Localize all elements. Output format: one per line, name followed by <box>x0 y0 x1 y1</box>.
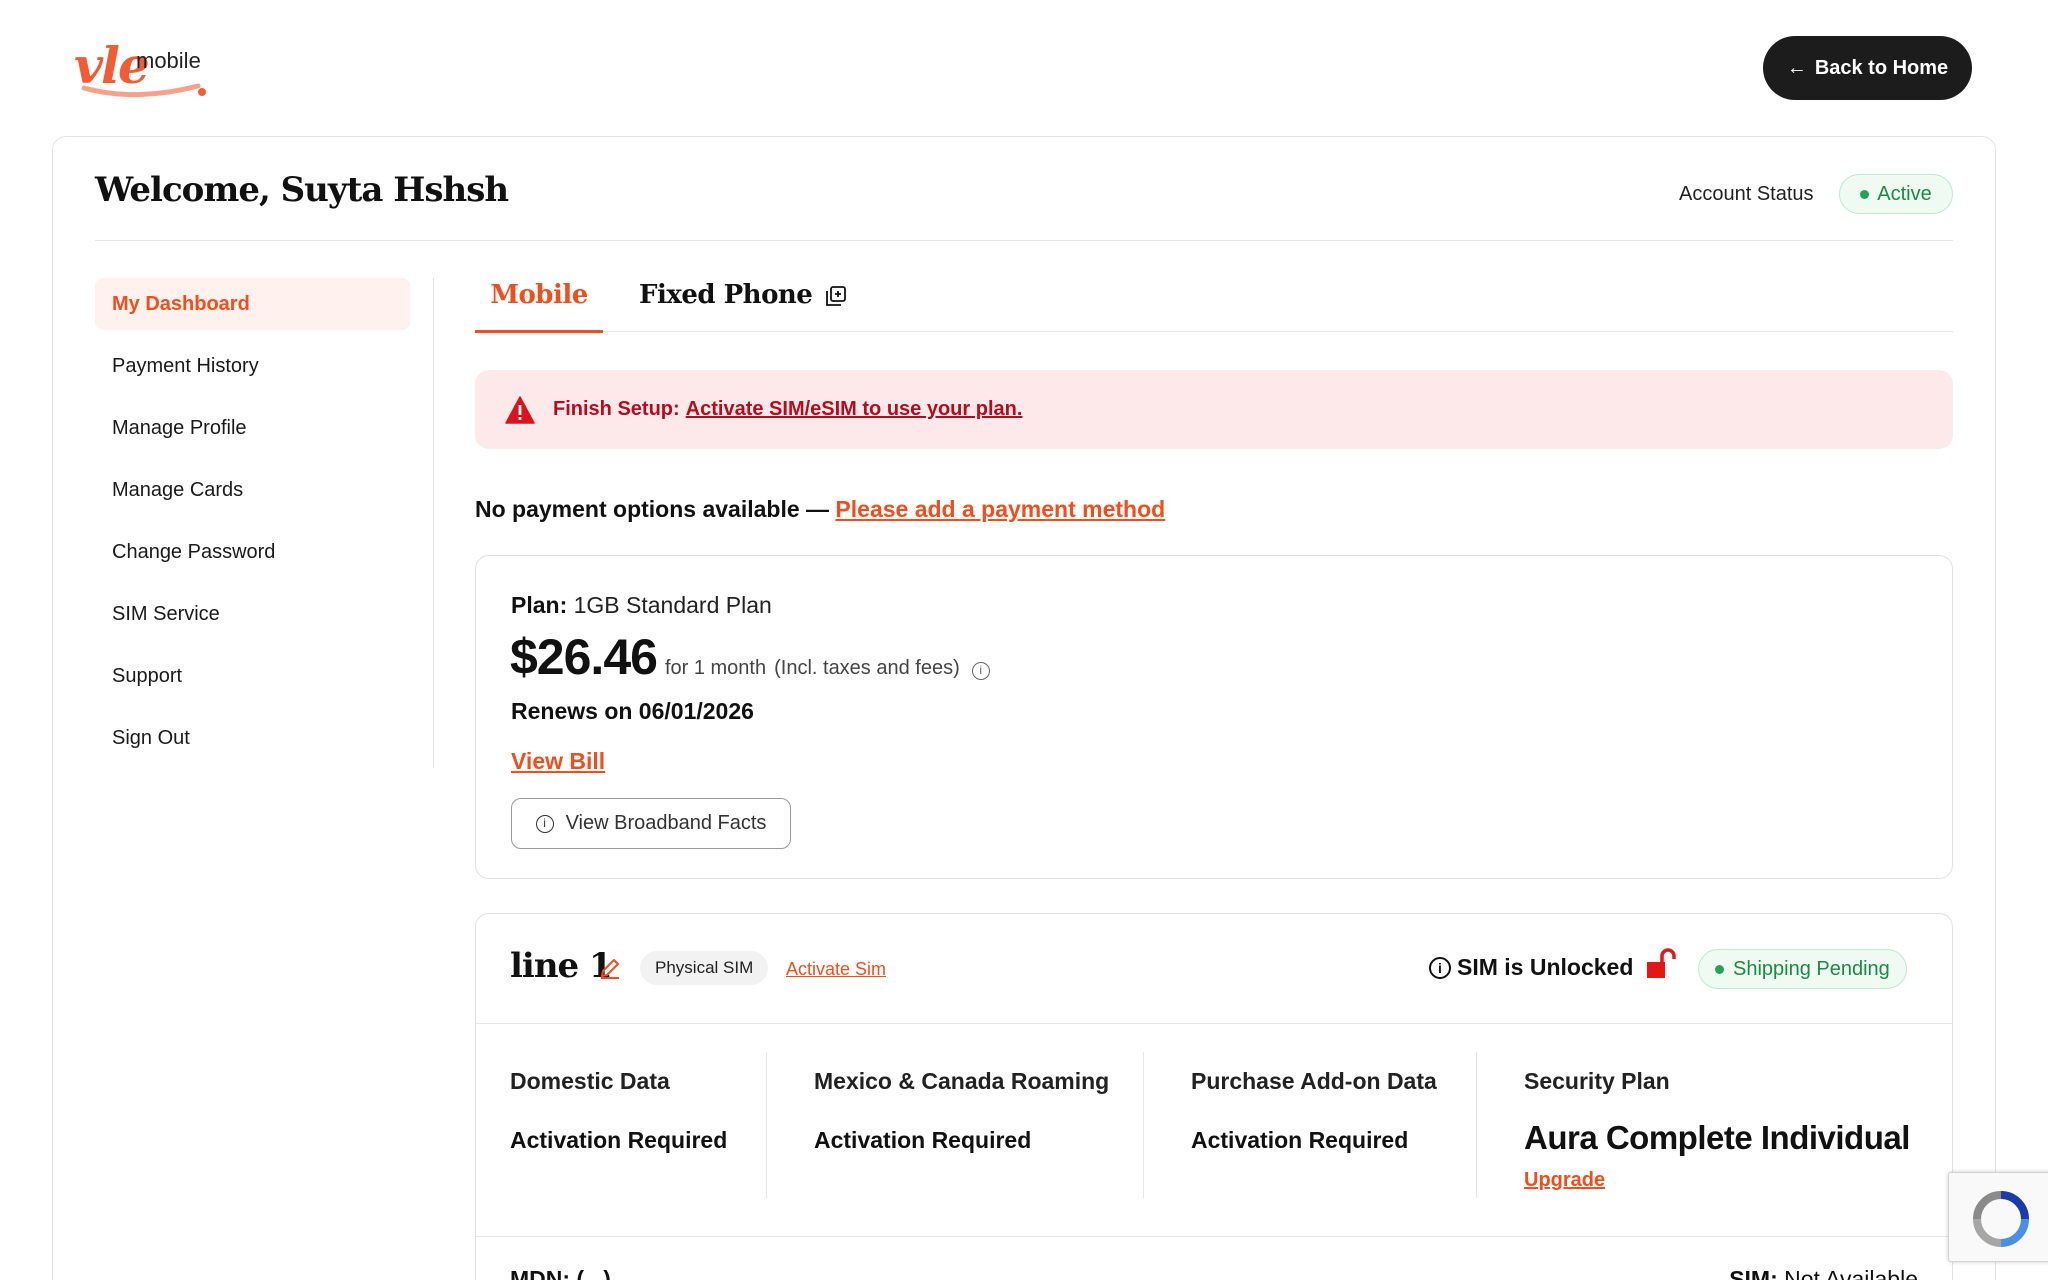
alert-prefix: Finish Setup: <box>553 398 680 420</box>
feature-roaming: Mexico & Canada Roaming Activation Requi… <box>814 1068 1109 1154</box>
feature-title: Purchase Add-on Data <box>1191 1068 1437 1094</box>
sidebar-item-support[interactable]: Support <box>95 650 410 702</box>
feature-domestic-data: Domestic Data Activation Required <box>510 1068 727 1154</box>
plan-taxes: (Incl. taxes and fees) <box>774 657 960 679</box>
sidebar-item-manage-profile[interactable]: Manage Profile <box>95 402 410 454</box>
status-dot-icon <box>1860 189 1870 199</box>
feature-divider <box>766 1052 767 1198</box>
sidebar-item-label: Change Password <box>112 540 276 563</box>
upgrade-link[interactable]: Upgrade <box>1524 1169 1605 1192</box>
plan-card: Plan: 1GB Standard Plan $26.46 for 1 mon… <box>475 555 1953 879</box>
feature-title: Security Plan <box>1524 1068 1670 1094</box>
feature-security-plan: Security Plan Aura Complete Individual U… <box>1524 1068 1910 1192</box>
brand-logo[interactable]: vle mobile <box>74 36 214 98</box>
tab-mobile-label: Mobile <box>490 280 588 310</box>
plan-label: Plan: <box>511 592 568 618</box>
line-divider <box>476 1023 1952 1024</box>
price-row: $26.46 for 1 month (Incl. taxes and fees… <box>510 628 990 686</box>
sidebar-item-sim-service[interactable]: SIM Service <box>95 588 410 640</box>
sidebar-item-change-password[interactable]: Change Password <box>95 526 410 578</box>
page-title: Welcome, Suyta Hshsh <box>95 170 509 210</box>
sidebar-divider <box>433 278 434 768</box>
recaptcha-badge[interactable] <box>1948 1172 2048 1262</box>
feature-addon-data: Purchase Add-on Data Activation Required <box>1191 1068 1437 1154</box>
plan-name: 1GB Standard Plan <box>573 592 772 618</box>
activate-sim-link[interactable]: Activate SIM/eSIM to use your plan. <box>686 398 1023 421</box>
shipping-status-label: Shipping Pending <box>1733 957 1890 980</box>
payment-notice: No payment options available — Please ad… <box>475 496 1165 523</box>
payment-notice-text: No payment options available — <box>475 496 830 522</box>
activate-sim-link[interactable]: Activate Sim <box>786 959 886 980</box>
arrow-left-icon: ← <box>1786 56 1807 79</box>
add-payment-method-link[interactable]: Please add a payment method <box>835 496 1165 522</box>
line-divider <box>476 1236 1952 1237</box>
sidebar-item-label: Payment History <box>112 354 259 377</box>
plan-period: for 1 month <box>664 657 767 679</box>
plan-line: Plan: 1GB Standard Plan <box>511 592 772 619</box>
sidebar-item-label: SIM Service <box>112 602 220 625</box>
warning-icon <box>505 395 535 424</box>
feature-value: Activation Required <box>1191 1127 1409 1153</box>
sidebar-item-label: Manage Cards <box>112 478 244 501</box>
unlocked-padlock-icon <box>1647 948 1676 978</box>
feature-title: Domestic Data <box>510 1068 670 1094</box>
info-icon: i <box>535 814 554 833</box>
sim-unlocked-status: i SIM is Unlocked <box>1429 954 1633 981</box>
view-bill-link[interactable]: View Bill <box>511 748 605 775</box>
view-broadband-facts-button[interactable]: i View Broadband Facts <box>511 798 791 849</box>
tab-mobile[interactable]: Mobile <box>475 276 603 333</box>
sidebar-item-label: Sign Out <box>112 726 190 749</box>
feature-value: Activation Required <box>814 1127 1032 1153</box>
sim-number: SIM: Not Available <box>1729 1266 1918 1280</box>
external-link-icon <box>826 286 847 306</box>
account-status-badge: Active <box>1839 174 1953 214</box>
sim-value: Not Available <box>1784 1266 1918 1280</box>
sim-type-chip: Physical SIM <box>640 951 769 985</box>
feature-divider <box>1476 1052 1477 1198</box>
mdn-value: MDN: (...) <box>510 1266 611 1280</box>
renewal-date: Renews on 06/01/2026 <box>511 698 754 724</box>
info-icon[interactable]: i <box>971 662 990 680</box>
sidebar-item-payment-history[interactable]: Payment History <box>95 340 410 392</box>
sim-label: SIM: <box>1729 1266 1778 1280</box>
broadband-label: View Broadband Facts <box>565 812 767 834</box>
status-dot-icon <box>1715 964 1724 974</box>
line-card: line 1 Physical SIM Activate Sim i SIM i… <box>475 913 1953 1280</box>
setup-alert: Finish Setup: Activate SIM/eSIM to use y… <box>475 370 1953 449</box>
header-divider <box>95 240 1953 241</box>
back-to-home-button[interactable]: ← Back to Home <box>1763 36 1972 100</box>
tab-fixed-phone[interactable]: Fixed Phone <box>639 276 847 332</box>
logo-swoosh-icon <box>81 83 206 98</box>
sidebar-item-label: Support <box>112 664 183 687</box>
top-bar: vle mobile ← Back to Home <box>0 0 2048 136</box>
sidebar-nav: My Dashboard Payment History Manage Prof… <box>95 278 410 774</box>
feature-divider <box>1143 1052 1144 1198</box>
sidebar-item-manage-cards[interactable]: Manage Cards <box>95 464 410 516</box>
sidebar-item-sign-out[interactable]: Sign Out <box>95 712 410 764</box>
plan-price: $26.46 <box>510 629 658 685</box>
sidebar-item-label: My Dashboard <box>112 292 250 315</box>
feature-title: Mexico & Canada Roaming <box>814 1068 1110 1094</box>
line-title: line 1 <box>510 946 613 986</box>
sidebar-item-my-dashboard[interactable]: My Dashboard <box>95 278 410 330</box>
account-status-label: Account Status <box>1679 183 1814 205</box>
tab-fixed-phone-label: Fixed Phone <box>639 280 813 310</box>
security-plan-name: Aura Complete Individual <box>1524 1119 1910 1156</box>
info-icon[interactable]: i <box>1429 956 1451 979</box>
feature-value: Activation Required <box>510 1127 728 1153</box>
sidebar-item-label: Manage Profile <box>112 416 247 439</box>
account-status-value: Active <box>1877 182 1932 205</box>
shipping-status-badge: Shipping Pending <box>1698 949 1907 989</box>
service-tabs: Mobile Fixed Phone <box>475 276 1953 333</box>
back-to-home-label: Back to Home <box>1814 56 1949 79</box>
pencil-icon[interactable] <box>598 956 622 980</box>
logo-word: mobile <box>136 48 201 73</box>
recaptcha-icon <box>1973 1191 2029 1247</box>
sim-unlocked-label: SIM is Unlocked <box>1457 954 1634 980</box>
